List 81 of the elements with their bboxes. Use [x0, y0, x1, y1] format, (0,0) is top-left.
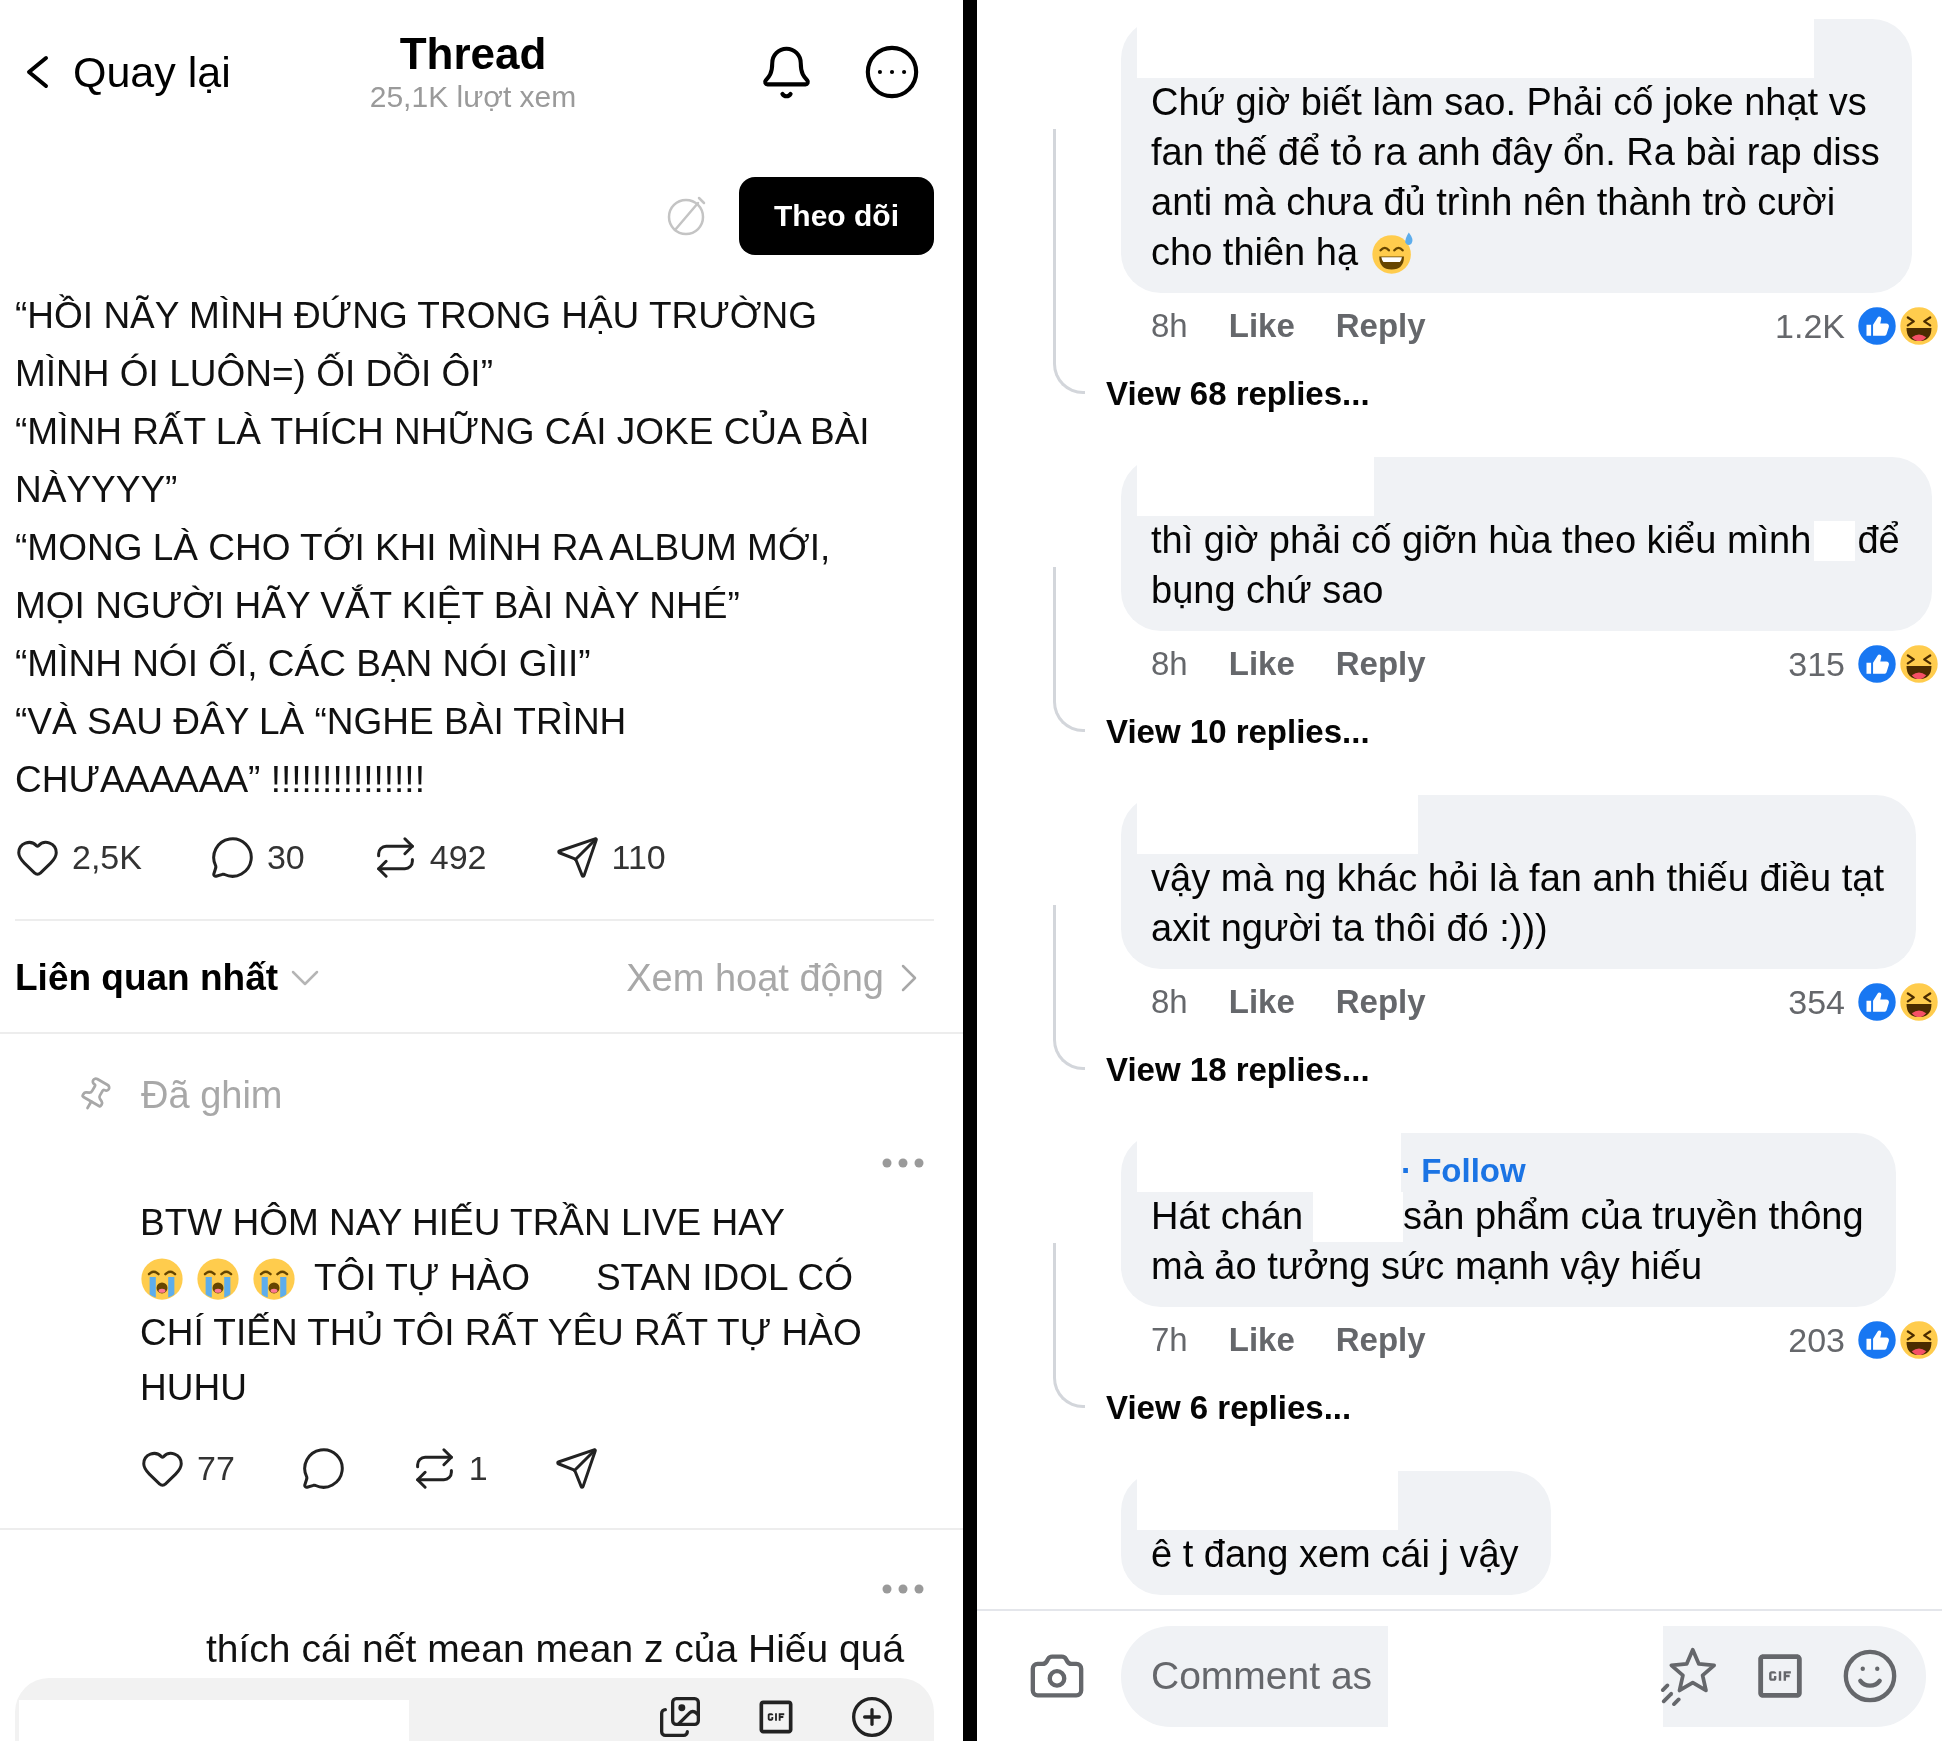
- comment-time: 8h: [1151, 982, 1188, 1022]
- three-dots-icon[interactable]: [882, 1584, 924, 1594]
- comment-text: fan thế để tỏ ra anh đây ổn. Ra bài rap diss: [1151, 130, 1880, 176]
- post-text: “MÌNH NÓI ỐI, CÁC BẠN NÓI GÌII”: [15, 641, 592, 686]
- chevron-down-icon: [291, 969, 320, 987]
- view-count: 25,1K lượt xem: [369, 79, 577, 115]
- comment-text: Chứ giờ biết làm sao. Phải cố joke nhạt vs: [1151, 80, 1867, 126]
- thumbs-up-icon: [1856, 305, 1898, 347]
- thumbs-up-icon: [1856, 643, 1898, 685]
- like-link[interactable]: Like: [1228, 306, 1295, 346]
- repost-button[interactable]: 492: [372, 834, 487, 880]
- comment-text: anti mà chưa đủ trình nên thành trò cười: [1151, 180, 1836, 226]
- reaction-count: 1.2K: [1775, 306, 1845, 346]
- crying-face-icon: [252, 1256, 296, 1301]
- comment-time: 8h: [1151, 306, 1188, 346]
- like-button[interactable]: 77: [140, 1445, 235, 1491]
- follow-button[interactable]: Theo dõi: [739, 177, 934, 255]
- three-dots-icon[interactable]: [882, 1158, 924, 1168]
- comment-time: 7h: [1151, 1320, 1188, 1360]
- circle-slash-icon: [666, 195, 708, 237]
- comment-text: bụng chứ sao: [1151, 568, 1384, 614]
- view-replies-link[interactable]: View 68 replies...: [1106, 374, 1370, 414]
- like-link[interactable]: Like: [1228, 1320, 1295, 1360]
- view-replies-link[interactable]: View 10 replies...: [1106, 712, 1370, 752]
- chevron-left-icon: [25, 55, 50, 89]
- view-replies-link[interactable]: View 6 replies...: [1106, 1388, 1352, 1428]
- comment-text: mà ảo tưởng sức mạnh vậy hiếu: [1151, 1244, 1703, 1290]
- thumbs-up-icon: [1856, 981, 1898, 1023]
- comment-text: CHÍ TIẾN THỦ TÔI RẤT YÊU RẤT TỰ HÀO: [140, 1311, 862, 1356]
- paper-plane-icon[interactable]: [553, 1445, 599, 1491]
- comment-text: vậy mà ng khác hỏi là fan anh thiếu điều tạt: [1151, 856, 1885, 902]
- reply-input-field[interactable]: [15, 1678, 934, 1741]
- view-replies-link[interactable]: View 18 replies...: [1106, 1050, 1370, 1090]
- post-text: “MONG LÀ CHO TỚI KHI MÌNH RA ALBUM MỚI, MỌI NGƯỜI HÃY VẮT KIỆT BÀI NÀY NHÉ”: [15, 526, 832, 628]
- back-button[interactable]: Quay lại: [25, 47, 231, 97]
- post-text: “MÌNH RẤT LÀ THÍCH NHỮNG CÁI JOKE CỦA BÀI NÀYYYY”: [15, 409, 871, 512]
- comment-text: HUHU: [140, 1366, 247, 1411]
- comment-time: 8h: [1151, 644, 1188, 684]
- reply-link[interactable]: Reply: [1335, 982, 1426, 1022]
- crying-face-icon: [140, 1256, 184, 1301]
- like-button[interactable]: 2,5K: [15, 834, 142, 880]
- smiley-icon[interactable]: [1841, 1647, 1899, 1705]
- speech-bubble-icon[interactable]: [300, 1445, 346, 1491]
- post-text: “VÀ SAU ĐÂY LÀ “NGHE BÀI TRÌNH CHƯAAAAAA” !!!!!!!!!!!!!!!: [15, 700, 628, 802]
- comment-text: thích cái nết mean mean z của Hiếu quá: [206, 1626, 905, 1673]
- comment-text: STAN IDOL CÓ: [595, 1256, 853, 1301]
- repost-button[interactable]: 1: [411, 1445, 488, 1491]
- comment-text: ê t đang xem cái j vậy: [1151, 1532, 1519, 1578]
- comment-field[interactable]: Comment as: [1151, 1651, 1387, 1701]
- like-link[interactable]: Like: [1228, 644, 1295, 684]
- comment-text: để: [1857, 518, 1900, 564]
- pinned-label: Đã ghim: [141, 1073, 283, 1118]
- thread-title: Thread: [399, 29, 547, 79]
- reply-link[interactable]: Reply: [1335, 306, 1426, 346]
- reply-link[interactable]: Reply: [1335, 1320, 1426, 1360]
- sort-dropdown[interactable]: Liên quan nhất: [15, 953, 320, 1003]
- crying-face-icon: [196, 1256, 240, 1301]
- chevron-right-icon: [901, 964, 918, 992]
- comment-text: TÔI TỰ HÀO: [314, 1256, 530, 1301]
- comment-text: axit người ta thôi đó :))): [1151, 906, 1548, 952]
- images-icon[interactable]: [658, 1695, 702, 1739]
- paper-plane-icon: [554, 834, 600, 880]
- like-link[interactable]: Like: [1228, 982, 1295, 1022]
- reaction-count: 354: [1788, 982, 1845, 1022]
- reaction-count: 203: [1788, 1320, 1845, 1360]
- follow-link[interactable]: · Follow: [1401, 1152, 1526, 1190]
- comment-text: sản phẩm của truyền thông: [1403, 1194, 1864, 1240]
- comment-text: Hát chán: [1151, 1194, 1304, 1240]
- speech-bubble-icon: [209, 834, 255, 880]
- plus-icon[interactable]: [850, 1695, 894, 1739]
- reaction-count: 315: [1788, 644, 1845, 684]
- comment-button[interactable]: 30: [209, 834, 305, 880]
- reply-link[interactable]: Reply: [1335, 644, 1426, 684]
- thumbs-up-icon: [1856, 1319, 1898, 1361]
- post-text: “HỒI NÃY MÌNH ĐỨNG TRONG HẬU TRƯỜNG MÌNH ÓI LUÔN=) ỐI DỒI ÔI”: [15, 293, 819, 396]
- comment-text: cho thiên hạ: [1151, 230, 1359, 276]
- comment-text: BTW HÔM NAY HIẾU TRẦN LIVE HAY: [140, 1201, 785, 1246]
- star-sticker-icon[interactable]: [1659, 1646, 1719, 1706]
- comment-text: thì giờ phải cố giỡn hùa theo kiểu mình: [1151, 518, 1812, 564]
- more-options-icon[interactable]: [863, 43, 921, 101]
- share-button[interactable]: 110: [554, 834, 666, 880]
